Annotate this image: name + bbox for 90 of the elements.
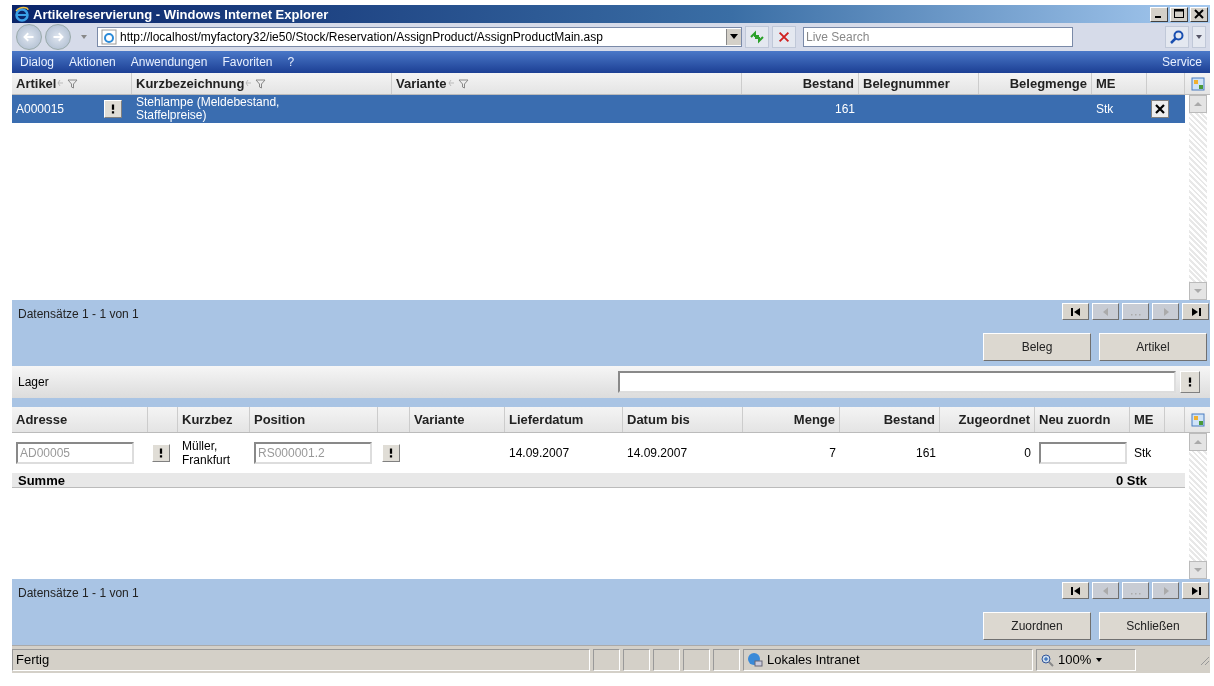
column-header[interactable]: Bestand xyxy=(883,412,935,427)
action-button[interactable]: Zuordnen xyxy=(983,612,1091,640)
cross-icon[interactable] xyxy=(1155,104,1165,114)
column-header[interactable]: Variante xyxy=(392,73,742,94)
table-cell-text: 161 xyxy=(833,102,856,116)
zoom-level[interactable]: 100% xyxy=(1058,652,1092,667)
details-button[interactable] xyxy=(104,100,122,118)
table-cell-text: Stehlampe (Meldebestand, Staffelpreise) xyxy=(136,96,281,122)
first-page-button[interactable] xyxy=(1062,582,1089,599)
column-header[interactable]: Neu zuordn xyxy=(1039,412,1111,427)
security-zone: Lokales Intranet xyxy=(767,652,860,667)
table-cell-text: 0 xyxy=(1023,446,1032,460)
table-cell-text: 14.09.2007 xyxy=(508,446,571,460)
column-header[interactable]: Lieferdatum xyxy=(509,412,584,427)
action-button[interactable]: Artikel xyxy=(1099,333,1207,361)
address-field[interactable]: http://localhost/myfactory32/ie50/Stock/Reservation/AssignProduct/AssignProductMain.asp xyxy=(97,27,742,47)
menu-item[interactable]: ? xyxy=(287,55,295,69)
column-header[interactable]: Adresse xyxy=(16,412,68,427)
details-button[interactable] xyxy=(152,444,170,462)
exclamation-icon[interactable] xyxy=(158,448,164,458)
caret-icon[interactable] xyxy=(1095,656,1104,663)
column-header[interactable]: Belegnummer xyxy=(859,73,979,94)
record-count: Datensätze 1 - 1 von 1 xyxy=(18,585,139,600)
action-button[interactable]: Schließen xyxy=(1099,612,1207,640)
column-header[interactable]: ME xyxy=(1134,412,1154,427)
table-cell-text: Müller, Frankfurt xyxy=(182,439,231,467)
caret-icon[interactable] xyxy=(730,34,738,40)
table-cell-text: Stk xyxy=(1133,446,1153,460)
first-page-button[interactable] xyxy=(1062,303,1089,320)
last-page-button[interactable] xyxy=(1182,303,1209,320)
warehouse-field[interactable] xyxy=(618,371,1176,393)
sort-filter-icon[interactable] xyxy=(447,78,470,89)
remove-button[interactable] xyxy=(1151,100,1169,118)
page-icon xyxy=(101,29,117,45)
last-page-button[interactable] xyxy=(1182,582,1209,599)
table-cell-text: Stk xyxy=(1095,102,1115,116)
table-settings-icon[interactable] xyxy=(1190,76,1205,91)
stop-button[interactable] xyxy=(772,26,796,48)
table-cell-text: A000015 xyxy=(15,102,66,116)
status-pane xyxy=(593,648,620,671)
menu-item[interactable]: Service xyxy=(1162,55,1202,69)
search-options-button[interactable] xyxy=(1192,26,1206,48)
table-cell-text: 14.09.2007 xyxy=(626,446,689,460)
table-cell-text: 161 xyxy=(914,446,937,460)
dropdown-button[interactable] xyxy=(726,29,741,45)
column-header[interactable]: Artikel xyxy=(12,73,132,94)
zoom-icon[interactable] xyxy=(1040,652,1054,667)
menu-item[interactable]: Favoriten xyxy=(222,55,273,69)
exclamation-icon[interactable] xyxy=(1187,377,1193,387)
table-row[interactable]: A000015 Stehlampe (Meldebestand, Staffelpreise) 161 Stk xyxy=(12,95,1185,123)
quantity-field[interactable] xyxy=(1039,442,1127,464)
field-label: Lager xyxy=(18,375,50,389)
table-cell-text: 7 xyxy=(828,446,837,460)
summary-total: 0 Stk xyxy=(1115,472,1147,488)
skip-first-icon[interactable] xyxy=(1068,585,1083,596)
status-pane xyxy=(713,648,740,671)
column-header[interactable]: Zugeordnet xyxy=(958,412,1030,427)
column-header[interactable]: Bestand xyxy=(742,73,859,94)
table-settings-icon[interactable] xyxy=(1190,412,1205,427)
status-text: Fertig xyxy=(12,648,590,671)
status-pane xyxy=(653,648,680,671)
window-title: Artikelreservierung - Windows Internet Explorer xyxy=(33,6,329,22)
column-header[interactable]: ME xyxy=(1092,73,1147,94)
details-button[interactable] xyxy=(1180,371,1200,393)
column-header[interactable]: Belegmenge xyxy=(979,73,1092,94)
sort-filter-icon[interactable] xyxy=(245,78,268,89)
column-header[interactable]: Variante xyxy=(414,412,465,427)
zoom-control[interactable]: 100% xyxy=(1036,648,1136,671)
search-field[interactable]: Live Search xyxy=(803,27,1073,47)
menu-item[interactable]: Dialog xyxy=(20,55,55,69)
exclamation-icon[interactable] xyxy=(110,104,116,114)
column-header[interactable]: Datum bis xyxy=(627,412,690,427)
caret-icon[interactable] xyxy=(1195,34,1203,40)
sort-filter-icon[interactable] xyxy=(57,78,80,89)
status-pane xyxy=(683,648,710,671)
summary-label: Summe xyxy=(18,472,65,488)
details-button[interactable] xyxy=(382,444,400,462)
browser-logo-icon xyxy=(14,6,30,22)
action-button[interactable]: Beleg xyxy=(983,333,1091,361)
column-header[interactable]: Menge xyxy=(793,412,835,427)
menu-item[interactable]: Aktionen xyxy=(69,55,116,69)
column-header[interactable]: Position xyxy=(254,412,306,427)
skip-first-icon[interactable] xyxy=(1068,306,1083,317)
column-header[interactable]: Kurzbezeichnung xyxy=(132,73,392,94)
status-pane xyxy=(623,648,650,671)
menu-item[interactable]: Anwendungen xyxy=(130,55,208,69)
network-icon xyxy=(747,651,763,668)
column-header[interactable]: Kurzbez xyxy=(182,412,233,427)
record-count: Datensätze 1 - 1 von 1 xyxy=(18,306,139,321)
exclamation-icon[interactable] xyxy=(388,448,394,458)
